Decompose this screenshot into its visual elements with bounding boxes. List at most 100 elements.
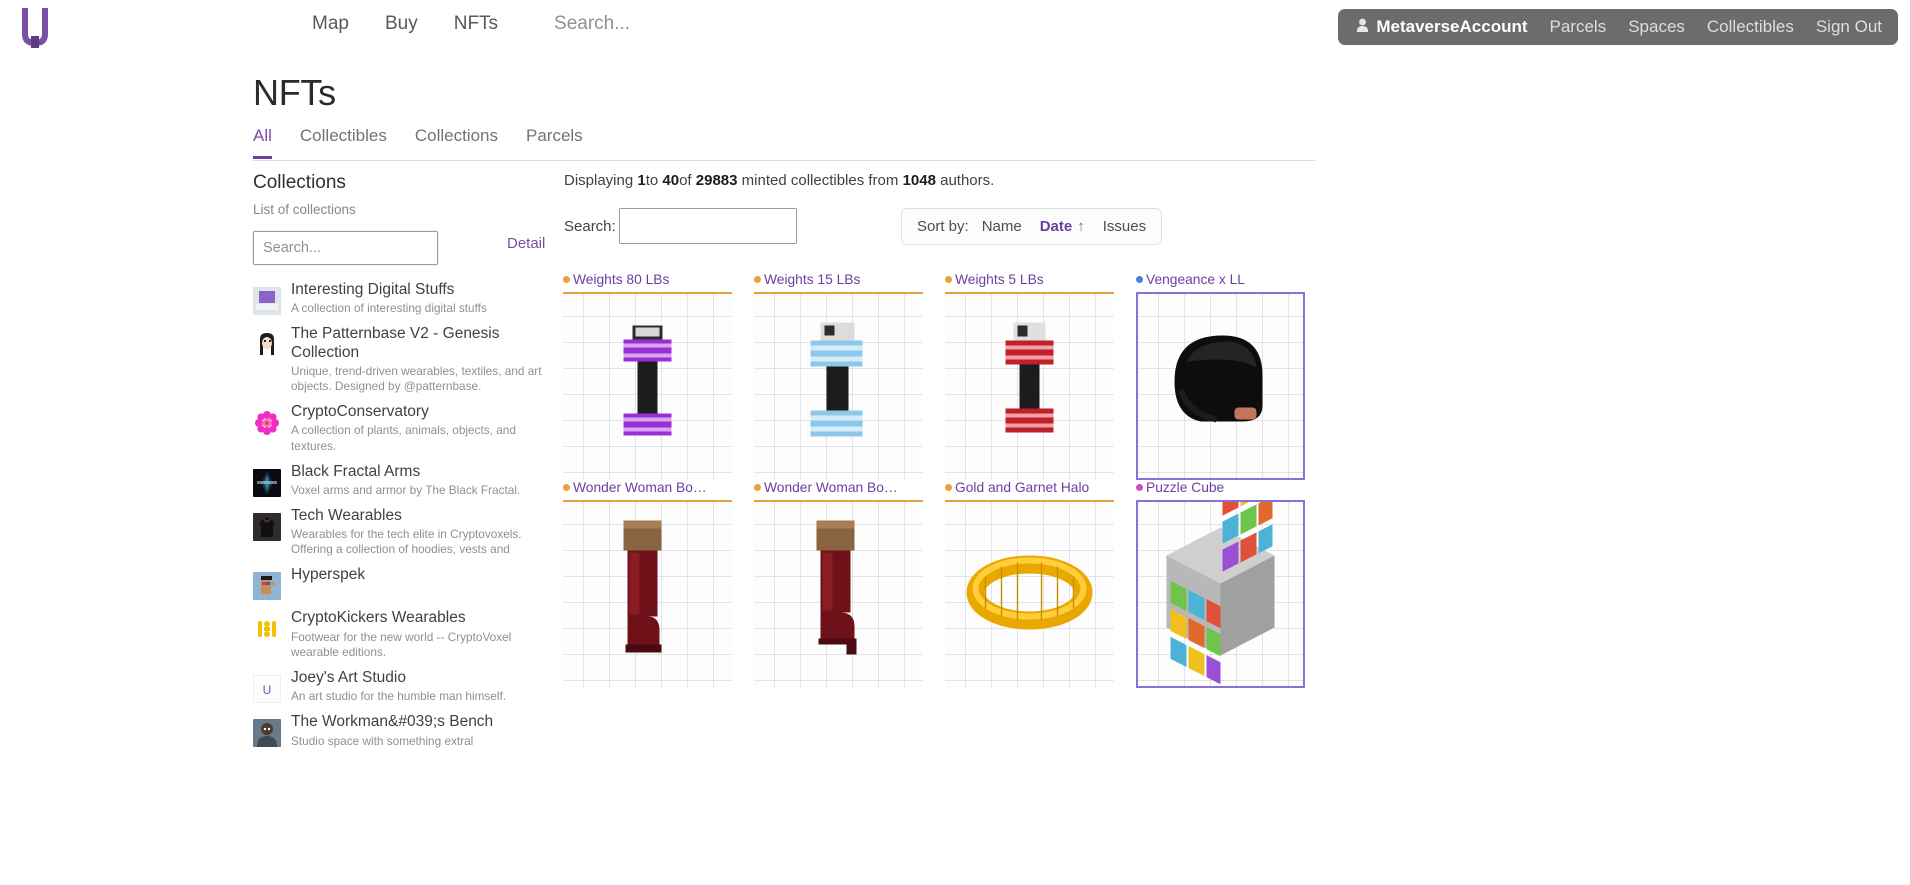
nft-status-dot-icon	[1136, 484, 1143, 491]
nft-card-thumbnail[interactable]	[754, 500, 923, 688]
nft-card-title: Wonder Woman Bo…	[573, 480, 707, 495]
nav-search-field[interactable]: Search...	[554, 13, 630, 35]
nav-link-buy[interactable]: Buy	[385, 13, 418, 35]
collection-thumbnail-icon	[253, 287, 281, 315]
collection-list-item[interactable]: Black Fractal Arms Voxel arms and armor b…	[253, 463, 553, 498]
nft-status-dot-icon	[754, 276, 761, 283]
nft-status-dot-icon	[1136, 276, 1143, 283]
account-link-collectibles[interactable]: Collectibles	[1707, 17, 1794, 37]
nft-card-title-row: Weights 5 LBs	[945, 272, 1136, 292]
nft-card-title-row: Wonder Woman Bo…	[563, 480, 754, 500]
collection-list-item[interactable]: CryptoConservatory A collection of plants…	[253, 403, 553, 453]
main-search-input[interactable]	[618, 208, 797, 244]
sort-option-date[interactable]: Date	[1040, 218, 1073, 235]
cryptovoxels-logo-icon[interactable]	[18, 6, 52, 50]
nft-card-thumbnail[interactable]	[563, 292, 732, 480]
nft-card[interactable]: Weights 80 LBs	[563, 272, 754, 480]
nft-card[interactable]: Gold and Garnet Halo	[945, 480, 1136, 688]
sort-option-name[interactable]: Name	[982, 218, 1022, 235]
collection-name: CryptoConservatory	[291, 403, 429, 421]
nft-card-thumbnail[interactable]	[945, 292, 1114, 480]
collections-search-input[interactable]	[253, 231, 438, 265]
sidebar-subheading: List of collections	[253, 202, 356, 217]
nft-card-title: Puzzle Cube	[1146, 480, 1225, 495]
main-search-label: Search:	[564, 217, 616, 235]
nft-card-title-row: Wonder Woman Bo…	[754, 480, 945, 500]
displaying-status: Displaying 1to 40of 29883 minted collect…	[564, 172, 994, 189]
collection-name: Interesting Digital Stuffs	[291, 281, 455, 298]
nft-status-dot-icon	[563, 276, 570, 283]
tab-all[interactable]: All	[253, 126, 272, 159]
collection-list-item[interactable]: Hyperspek	[253, 566, 553, 601]
collection-thumbnail-icon	[253, 615, 281, 644]
nft-card-thumbnail[interactable]	[945, 500, 1114, 688]
nft-voxel-artwork	[945, 502, 1114, 688]
collection-thumbnail-icon	[253, 512, 281, 541]
collection-name: Tech Wearables	[291, 506, 402, 524]
nft-card-thumbnail[interactable]	[1136, 292, 1305, 480]
displaying-to: 40	[662, 172, 680, 189]
detail-link[interactable]: Detail	[507, 235, 545, 252]
collection-name: The Workman&#039;s Bench	[291, 713, 494, 731]
account-link-spaces[interactable]: Spaces	[1628, 17, 1685, 37]
nav-link-nfts[interactable]: NFTs	[454, 13, 498, 35]
collection-thumbnail-icon	[253, 468, 281, 497]
nft-card-title-row: Vengeance x LL	[1136, 272, 1327, 292]
displaying-mid2: of	[679, 172, 696, 189]
tab-parcels[interactable]: Parcels	[526, 126, 583, 156]
collection-thumbnail-icon	[253, 331, 281, 360]
main-search-row: Search:	[564, 208, 797, 244]
nft-card[interactable]: Weights 5 LBs	[945, 272, 1136, 480]
nft-card-thumbnail[interactable]	[754, 292, 923, 480]
collection-description: A collection of plants, animals, objects…	[291, 423, 516, 453]
nft-card-title: Gold and Garnet Halo	[955, 480, 1090, 495]
nft-card-title-row: Weights 15 LBs	[754, 272, 945, 292]
displaying-total: 29883	[695, 172, 738, 189]
nft-card[interactable]: Puzzle Cube	[1136, 480, 1327, 688]
nft-card-title: Wonder Woman Bo…	[764, 480, 898, 495]
collection-description: Unique, trend-driven wearables, textiles…	[291, 363, 542, 394]
nft-card[interactable]: Weights 15 LBs	[754, 272, 945, 480]
collection-description: A collection of interesting digital stuf…	[291, 301, 487, 316]
account-bar: MetaverseAccount Parcels Spaces Collecti…	[1338, 9, 1898, 45]
sidebar-heading: Collections	[253, 172, 346, 193]
nft-voxel-artwork	[754, 502, 923, 688]
account-username[interactable]: MetaverseAccount	[1356, 17, 1528, 37]
account-link-parcels[interactable]: Parcels	[1550, 17, 1607, 37]
collection-list-item[interactable]: The Workman&#039;s Bench Studio space wit…	[253, 713, 553, 748]
collection-text-block: Tech Wearables Wearables for the tech eli…	[291, 507, 553, 557]
collection-text-block: Black Fractal Arms Voxel arms and armor b…	[291, 463, 553, 498]
displaying-mid3: minted collectibles from	[737, 172, 903, 189]
top-navigation-bar: Map Buy NFTs Search... MetaverseAccount …	[0, 0, 1910, 58]
displaying-from: 1	[637, 172, 646, 189]
nft-card[interactable]: Wonder Woman Bo…	[754, 480, 945, 688]
tab-collectibles[interactable]: Collectibles	[300, 126, 387, 156]
account-link-sign-out[interactable]: Sign Out	[1816, 17, 1882, 37]
collection-description: Wearables for the tech elite in Cryptovo…	[291, 527, 522, 557]
nav-link-map[interactable]: Map	[312, 13, 349, 35]
nft-card[interactable]: Vengeance x LL	[1136, 272, 1327, 480]
sort-option-issues[interactable]: Issues	[1103, 218, 1146, 235]
collection-list-item[interactable]: Tech Wearables Wearables for the tech eli…	[253, 507, 553, 557]
sort-arrow-up-icon: ↑	[1077, 218, 1085, 235]
collection-description: An art studio for the humble man himself…	[291, 689, 507, 704]
nft-card-title: Weights 15 LBs	[764, 272, 861, 287]
nft-voxel-artwork	[563, 502, 732, 688]
collection-list-item[interactable]: The Patternbase V2 - Genesis Collection U…	[253, 325, 553, 394]
tab-collections[interactable]: Collections	[415, 126, 498, 156]
collection-list-item[interactable]: CryptoKickers Wearables Footwear for the …	[253, 609, 553, 659]
collection-name: The Patternbase V2 - Genesis Collection	[291, 325, 500, 361]
page-title: NFTs	[253, 72, 336, 113]
nft-card-thumbnail[interactable]	[563, 500, 732, 688]
collection-text-block: Interesting Digital Stuffs A collection o…	[291, 281, 553, 316]
primary-nav-links: Map Buy NFTs Search...	[312, 13, 630, 35]
collection-thumbnail-icon	[253, 572, 281, 601]
collection-text-block: The Patternbase V2 - Genesis Collection U…	[291, 325, 553, 394]
nft-card-thumbnail[interactable]	[1136, 500, 1305, 688]
collection-list-item[interactable]: U Joey's Art Studio An art studio for the …	[253, 669, 553, 704]
collection-list-item[interactable]: Interesting Digital Stuffs A collection o…	[253, 281, 553, 316]
nft-card[interactable]: Wonder Woman Bo…	[563, 480, 754, 688]
collections-list: Interesting Digital Stuffs A collection o…	[253, 281, 553, 749]
sort-by-label: Sort by:	[917, 218, 969, 235]
nft-card-grid: Weights 80 LBs Weights 15 LBs Weights 5 LB…	[563, 272, 1910, 688]
